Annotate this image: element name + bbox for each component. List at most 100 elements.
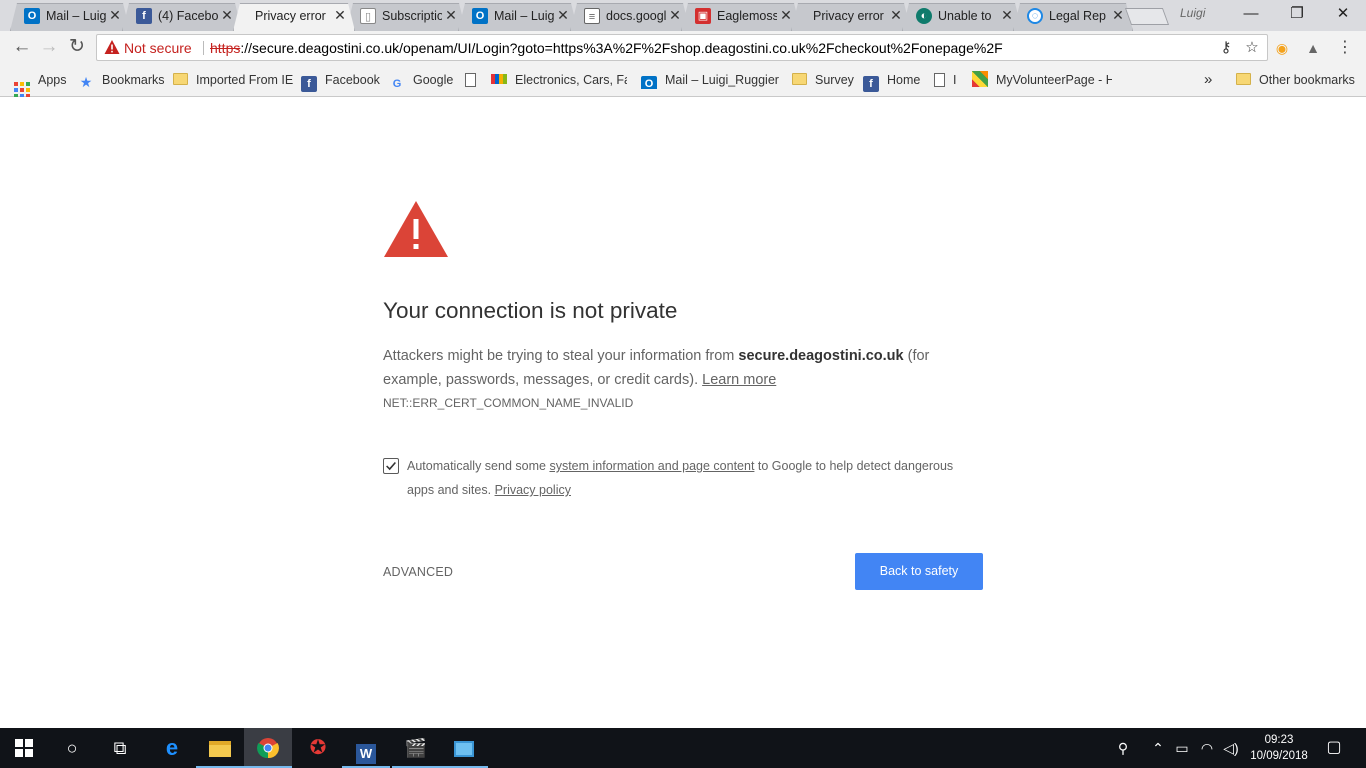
bookmark-label: Mail – Luigi_Ruggiero (665, 73, 779, 87)
back-to-safety-button[interactable]: Back to safety (855, 553, 983, 590)
edge-like-icon: ◌ (1027, 8, 1043, 24)
tab-privacy-error-2[interactable]: Privacy error ✕ (791, 3, 911, 31)
tab-close-icon[interactable]: ✕ (668, 7, 682, 23)
bookmark-facebook[interactable]: f Facebook (301, 71, 380, 92)
reload-icon[interactable]: ↻ (65, 35, 89, 59)
explanation-prefix: Attackers might be trying to steal your … (383, 348, 739, 364)
close-window-button[interactable]: ✕ (1320, 0, 1366, 28)
privacy-error-page: Your connection is not private Attackers… (0, 97, 1366, 728)
apps-icon (14, 82, 30, 98)
profile-name[interactable]: Luigi (1180, 6, 1205, 20)
learn-more-link[interactable]: Learn more (702, 372, 776, 388)
tab-mail-2[interactable]: O Mail – Luigi ✕ (458, 3, 578, 31)
new-tab-button[interactable] (1124, 8, 1170, 25)
cortana-search-icon[interactable]: ○ (48, 728, 96, 768)
tab-facebook[interactable]: f (4) Facebook ✕ (122, 3, 242, 31)
word-icon[interactable]: W (342, 728, 390, 768)
system-information-link[interactable]: system information and page content (549, 459, 754, 473)
tab-legal-rep[interactable]: ◌ Legal Rep ✕ (1013, 3, 1133, 31)
clock-date: 10/09/2018 (1250, 750, 1308, 762)
key-icon[interactable]: ⚷ (1217, 39, 1235, 57)
folder-icon (792, 73, 807, 85)
page-icon: ▯ (360, 8, 376, 24)
tab-close-icon[interactable]: ✕ (444, 7, 458, 23)
back-arrow-icon[interactable]: ← (10, 35, 34, 59)
bookmarks-bar: Apps ★ Bookmarks Imported From IE f Facebo… (0, 64, 1366, 98)
explanation-text: Attackers might be trying to steal your … (383, 344, 983, 392)
advanced-button[interactable]: ADVANCED (383, 565, 453, 579)
tab-mail-1[interactable]: O Mail – Luigi ✕ (10, 3, 130, 31)
bookmark-page-2[interactable]: I (934, 71, 956, 89)
outlook-icon: O (641, 76, 657, 89)
forward-arrow-icon[interactable]: → (37, 35, 61, 59)
checkmark-icon (386, 461, 396, 471)
wifi-icon[interactable]: ◠ (1196, 728, 1218, 768)
tab-close-icon[interactable]: ✕ (1000, 7, 1014, 23)
tab-title: Subscriptions (382, 9, 442, 23)
tab-close-icon[interactable]: ✕ (333, 7, 347, 23)
extension-honey-icon[interactable]: ◉ (1273, 39, 1291, 57)
bookmark-imported-from-ie[interactable]: Imported From IE (173, 71, 293, 89)
extension-triangle-icon[interactable]: ▲ (1304, 39, 1322, 57)
menu-icon[interactable]: ⋮ (1336, 39, 1354, 57)
bookmark-google[interactable]: G Google (389, 71, 454, 90)
browser-toolbar: ← → ↻ Not secure https://secure.deagosti… (0, 31, 1366, 64)
maximize-button[interactable]: ❐ (1274, 0, 1320, 28)
tab-close-icon[interactable]: ✕ (1111, 7, 1125, 23)
url-text[interactable]: https://secure.deagostini.co.uk/openam/U… (210, 40, 1003, 56)
file-explorer-icon[interactable] (196, 728, 244, 768)
security-app-icon[interactable]: ✪ (294, 728, 342, 768)
bookmark-ebay[interactable]: Electronics, Cars, Fash (491, 71, 627, 89)
system-clock[interactable]: 09:23 10/09/2018 (1244, 732, 1314, 764)
volume-icon[interactable]: ◁) (1220, 728, 1242, 768)
tab-close-icon[interactable]: ✕ (889, 7, 903, 23)
tab-privacy-error-active[interactable]: Privacy error ✕ (233, 3, 355, 31)
bookmark-label: MyVolunteerPage - H (996, 73, 1112, 87)
facebook-icon: f (301, 76, 317, 92)
sheets-icon: ≡ (584, 8, 600, 24)
error-triangle-icon (384, 201, 448, 257)
bookmark-label: Google (413, 73, 454, 87)
tab-eaglemoss[interactable]: ▣ Eaglemoss ✕ (681, 3, 801, 31)
page-title: Your connection is not private (383, 298, 678, 323)
bookmark-myvolunteerpage[interactable]: MyVolunteerPage - H (972, 71, 1112, 89)
notifications-icon[interactable]: ▢ (1320, 728, 1348, 768)
people-icon[interactable]: ⚲ (1110, 728, 1136, 768)
tab-close-icon[interactable]: ✕ (220, 7, 234, 23)
tab-close-icon[interactable]: ✕ (556, 7, 570, 23)
bookmarks-overflow-chevron-icon[interactable]: » (1204, 71, 1212, 89)
edge-browser-icon[interactable]: e (148, 728, 196, 768)
tab-docs[interactable]: ≡ docs.google ✕ (570, 3, 690, 31)
bookmark-star-icon[interactable]: ☆ (1243, 39, 1261, 57)
bookmark-bookmarks[interactable]: ★ Bookmarks (78, 71, 165, 90)
bookmark-other-bookmarks[interactable]: Other bookmarks (1236, 71, 1355, 89)
bookmark-home[interactable]: f Home (863, 71, 920, 92)
privacy-policy-link[interactable]: Privacy policy (495, 483, 571, 497)
folder-icon (1236, 73, 1251, 85)
send-info-checkbox[interactable] (383, 458, 399, 474)
optin-prefix: Automatically send some (407, 459, 550, 473)
clock-time: 09:23 (1264, 734, 1294, 746)
bookmark-apps[interactable]: Apps (14, 71, 67, 98)
chrome-taskbar-icon[interactable] (244, 728, 292, 768)
bookmark-page-1[interactable] (465, 71, 484, 89)
minimize-button[interactable]: — (1228, 0, 1274, 28)
task-view-icon[interactable]: ⧉ (96, 728, 144, 768)
start-windows-icon[interactable] (0, 728, 48, 768)
host-name: secure.deagostini.co.uk (738, 348, 904, 364)
security-chip[interactable]: Not secure (124, 40, 192, 56)
error-code[interactable]: NET::ERR_CERT_COMMON_NAME_INVALID (383, 396, 633, 410)
bookmark-mail[interactable]: O Mail – Luigi_Ruggiero (641, 71, 779, 89)
warning-icon[interactable] (104, 39, 120, 55)
tray-chevron-icon[interactable]: ⌃ (1148, 728, 1168, 768)
tab-subscriptions[interactable]: ▯ Subscriptions ✕ (346, 3, 466, 31)
movies-app-icon[interactable]: 🎬 (392, 728, 440, 768)
tab-unable-to[interactable]: ◐ Unable to ✕ (902, 3, 1022, 31)
address-bar[interactable]: Not secure https://secure.deagostini.co.… (96, 34, 1268, 61)
bookmark-label: I (953, 73, 957, 87)
battery-icon[interactable]: ▭ (1172, 728, 1192, 768)
bookmark-survey[interactable]: Survey (792, 71, 854, 89)
bookmark-label: Imported From IE (196, 73, 294, 87)
tab-close-icon[interactable]: ✕ (108, 7, 122, 23)
control-panel-icon[interactable] (440, 728, 488, 768)
